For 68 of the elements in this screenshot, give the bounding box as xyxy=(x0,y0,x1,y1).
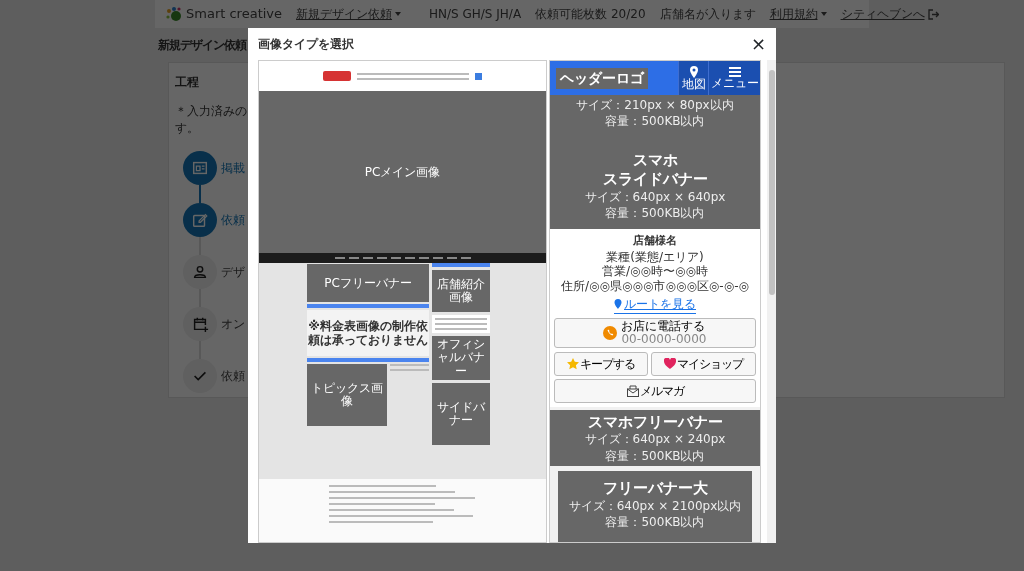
step-circle[interactable] xyxy=(183,358,217,393)
nav-text: HN/S GH/S JH/A xyxy=(429,6,522,23)
banner-title: スライドバナー xyxy=(602,170,708,189)
keep-button[interactable]: キープする xyxy=(554,352,648,377)
step-circle[interactable] xyxy=(183,202,217,237)
size-text: サイズ：210px × 80px以内 xyxy=(576,97,734,114)
heart-icon xyxy=(664,358,676,371)
notice-text: ※料金表画像の制作依頼は承っておりません xyxy=(307,310,429,356)
size-text: 容量：500KB以内 xyxy=(605,205,705,222)
map-pin-icon xyxy=(688,66,699,78)
size-text: 容量：500KB以内 xyxy=(605,447,705,464)
call-button[interactable]: お店に電話する 00-0000-0000 xyxy=(554,317,756,349)
banner-title: フリーバナー大 xyxy=(602,479,708,498)
brand-name: Smart creative xyxy=(186,5,283,24)
banner-title: スマホフリーバナー xyxy=(587,412,723,432)
shop-name: 店舗様名 xyxy=(633,233,677,249)
size-text: サイズ：640px × 240px xyxy=(584,431,726,448)
menu-icon xyxy=(728,67,741,77)
shop-info-text: 住所/◎◎県◎◎◎市◎◎◎区◎-◎-◎ xyxy=(561,280,749,294)
page-title: 新規デザイン依頼 xyxy=(158,37,246,54)
shop-info-text: 業種(業態/エリア) xyxy=(606,250,704,265)
header-logo-slot[interactable]: ヘッダーロゴ xyxy=(556,67,648,89)
side-banner-slot[interactable]: サイドバナー xyxy=(432,383,490,445)
note-text: す。 xyxy=(175,119,199,137)
shop-logo-icon xyxy=(323,70,351,82)
caret-icon xyxy=(395,12,402,16)
main-image-slot[interactable]: PCメイン画像 xyxy=(259,91,546,253)
large-banner-slot[interactable]: フリーバナー大 サイズ：640px × 2100px以内 容量：500KB以内 xyxy=(558,471,752,542)
step-circle[interactable] xyxy=(183,150,217,185)
logout-icon xyxy=(927,8,939,20)
step-label[interactable]: 依頼 xyxy=(221,366,245,385)
my-shop-button[interactable]: マイショップ xyxy=(651,352,756,377)
brand-logo-icon xyxy=(165,6,183,22)
official-banner-slot[interactable]: オフィシャルバナー xyxy=(432,336,490,380)
shop-info-text: 営業/◎◎時〜◎◎時 xyxy=(602,265,708,280)
slide-banner-slot[interactable]: サイズ：210px × 80px以内 容量：500KB以内 スマホ スライドバナー サイズ：640px × 640px 容量：500KB以内 xyxy=(550,95,760,229)
size-text: サイズ：640px × 2100px以内 xyxy=(568,498,742,515)
newsletter-button[interactable]: メルマガ xyxy=(554,379,756,404)
map-pin-icon xyxy=(614,298,622,309)
search-icon xyxy=(475,72,482,80)
topics-image-slot[interactable]: トピックス画像 xyxy=(307,364,387,426)
size-text: サイズ：640px × 640px xyxy=(584,188,726,206)
map-button[interactable]: 地図 xyxy=(678,61,708,95)
route-link[interactable]: ルートを見る xyxy=(614,294,696,314)
size-text: 容量：500KB以内 xyxy=(605,514,705,531)
close-button[interactable]: × xyxy=(750,35,766,53)
menu-button[interactable]: メニュー xyxy=(708,61,760,95)
dropdown-menu-link[interactable]: 新規デザイン依頼 xyxy=(296,5,402,23)
banner-title: スマホ xyxy=(632,151,678,171)
phone-icon xyxy=(603,326,618,341)
scrollbar[interactable] xyxy=(767,60,776,543)
note-text: ＊入力済みの xyxy=(175,103,247,120)
shop-intro-slot[interactable]: 店舗紹介画像 xyxy=(432,270,490,312)
mail-icon xyxy=(626,385,639,398)
card-title: 工程 xyxy=(175,74,199,91)
free-banner-slot[interactable]: スマホフリーバナー サイズ：640px × 240px 容量：500KB以内 xyxy=(550,410,760,467)
star-icon xyxy=(567,358,579,371)
nav-text: 依頼可能枚数 20/20 xyxy=(535,6,646,23)
step-label[interactable]: デザ xyxy=(221,262,245,281)
modal-title: 画像タイプを選択 xyxy=(258,36,354,53)
step-circle[interactable] xyxy=(183,306,217,341)
free-banner-slot[interactable]: PCフリーバナー xyxy=(307,264,429,302)
dropdown-menu-link[interactable]: 利用規約 xyxy=(769,5,827,23)
step-circle[interactable] xyxy=(183,254,217,289)
step-label[interactable]: オン xyxy=(221,314,245,333)
nav-text: 店舗名が入ります xyxy=(659,6,756,23)
caret-icon xyxy=(820,12,827,16)
size-text: 容量：500KB以内 xyxy=(605,113,705,130)
